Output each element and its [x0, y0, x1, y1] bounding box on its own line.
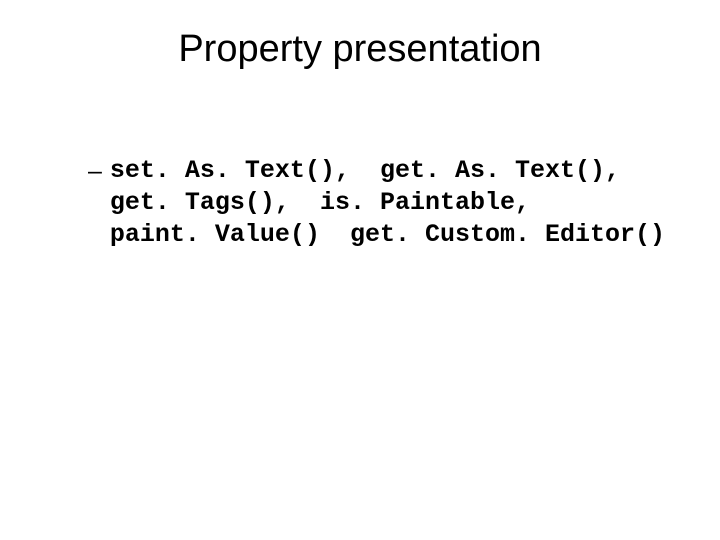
code-line-1: set. As. Text(), get. As. Text(),: [110, 156, 620, 185]
bullet-item: – set. As. Text(), get. As. Text(), get.…: [88, 155, 665, 251]
code-line-2: get. Tags(), is. Paintable,: [110, 188, 530, 217]
content-area: – set. As. Text(), get. As. Text(), get.…: [88, 155, 665, 251]
bullet-dash: –: [88, 155, 102, 187]
code-line-3: paint. Value() get. Custom. Editor(): [110, 220, 665, 249]
code-text: set. As. Text(), get. As. Text(), get. T…: [110, 155, 665, 251]
slide-title: Property presentation: [0, 28, 720, 71]
